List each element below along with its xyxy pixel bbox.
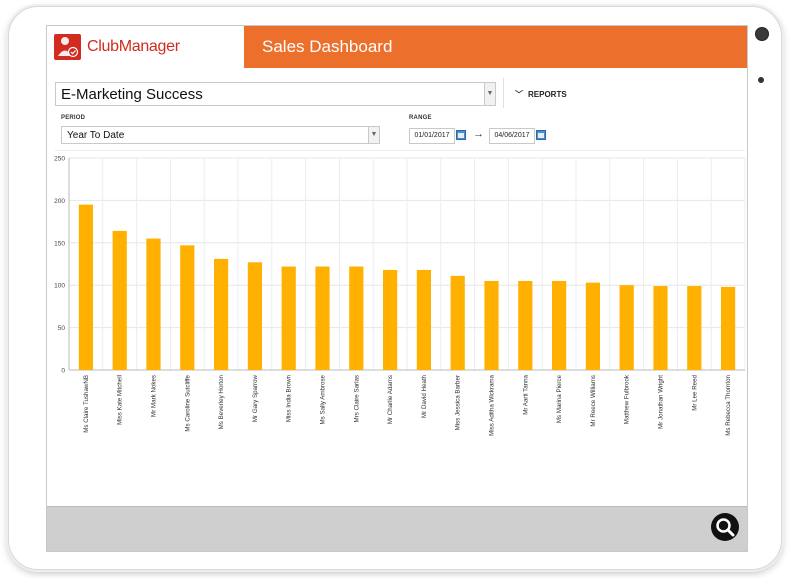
y-tick-label: 50 [58, 325, 66, 332]
bar [518, 280, 533, 370]
x-tick-label: Mr David Heath [421, 374, 428, 418]
range-to-field[interactable]: 04/06/2017 [489, 128, 535, 144]
footer-bar [47, 506, 747, 551]
bar [383, 269, 398, 370]
x-tick-label: Mr Charlie Adams [387, 375, 394, 424]
x-tick-label: Ms Marina Pierce [556, 374, 563, 423]
app-screen: ClubManager Sales Dashboard E-Marketing … [46, 25, 748, 552]
bar [585, 282, 600, 370]
x-tick-label: Ms Rebecca Thornton [725, 374, 732, 435]
y-tick-label: 250 [54, 156, 65, 163]
x-tick-label: Mr Reece Williams [590, 375, 597, 427]
search-button[interactable] [711, 513, 739, 541]
bar [78, 204, 93, 370]
y-tick-label: 0 [61, 368, 65, 375]
bar [281, 266, 296, 370]
bar [214, 258, 229, 370]
page-title: Sales Dashboard [262, 37, 393, 56]
x-tick-label: Ms Claire TushawNB [83, 375, 90, 433]
x-tick-label: Mr Lee Reed [691, 374, 698, 410]
x-tick-label: Mr Gary Sparrow [252, 374, 259, 422]
bar [484, 280, 499, 370]
bar [450, 275, 465, 370]
bar [619, 285, 634, 370]
calendar-icon[interactable] [536, 130, 546, 140]
bar [552, 280, 567, 370]
range-arrow: → [473, 128, 484, 140]
x-tick-label: Mrs Claire Sarlas [353, 375, 360, 422]
x-tick-label: Ms Sally Ambrose [320, 374, 327, 424]
brand-name: ClubManager [87, 38, 180, 55]
x-tick-label: Miss Aditha Wickrama [489, 374, 496, 435]
y-tick-label: 200 [54, 198, 65, 205]
brand-area[interactable]: ClubManager [47, 26, 244, 68]
app-header: ClubManager Sales Dashboard [47, 26, 747, 68]
x-tick-label: Mr Mark Nokes [151, 375, 158, 417]
bar [416, 269, 431, 370]
x-tick-label: Miss Jessica Barber [455, 375, 462, 430]
bar [687, 286, 702, 370]
title-bar: Sales Dashboard [244, 26, 747, 68]
report-select[interactable]: E-Marketing Success ▼ [55, 82, 496, 106]
x-tick-label: Mr Jonathan Wright [658, 375, 665, 429]
period-label: PERIOD [61, 115, 86, 121]
period-value: Year To Date [67, 130, 125, 141]
y-tick-label: 100 [54, 283, 65, 290]
sensor-dot [758, 77, 764, 83]
bar [112, 230, 127, 370]
chevron-down-icon[interactable]: ▼ [368, 127, 379, 143]
camera-icon [755, 27, 769, 41]
x-tick-label: Matthew Fulbrook [624, 374, 631, 424]
report-select-value: E-Marketing Success [61, 86, 203, 103]
chevron-down-icon[interactable]: ▼ [484, 83, 495, 105]
range-from-field[interactable]: 01/01/2017 [409, 128, 455, 144]
x-tick-label: Ms Beverley Horton [218, 374, 225, 429]
x-tick-label: Ms Caroline Sutcliffe [184, 374, 191, 431]
y-tick-label: 150 [54, 240, 65, 247]
range-label: RANGE [409, 115, 432, 121]
bar-chart: 0 50 100 150 200 250 Ms Claire TushawNB Miss Ka… [54, 156, 746, 436]
x-tick-label: Miss India Brown [286, 374, 293, 422]
bar [180, 245, 195, 370]
x-tick-label: Mr Aarti Tanna [522, 374, 529, 414]
chevron-down-icon: ﹀ [515, 90, 523, 99]
bar [349, 266, 364, 370]
bar [721, 286, 736, 370]
reports-label: REPORTS [528, 90, 567, 99]
reports-toggle[interactable]: ﹀ REPORTS [515, 89, 567, 100]
clubmanager-logo-icon [54, 34, 81, 60]
bar [315, 266, 330, 370]
x-tick-label: Miss Kate Mitchell [117, 375, 124, 425]
period-select[interactable]: Year To Date ▼ [61, 126, 380, 144]
bar [146, 238, 161, 370]
bar [247, 262, 262, 370]
calendar-icon[interactable] [456, 130, 466, 140]
bar [653, 286, 668, 370]
divider [503, 78, 504, 108]
search-icon [716, 518, 735, 537]
